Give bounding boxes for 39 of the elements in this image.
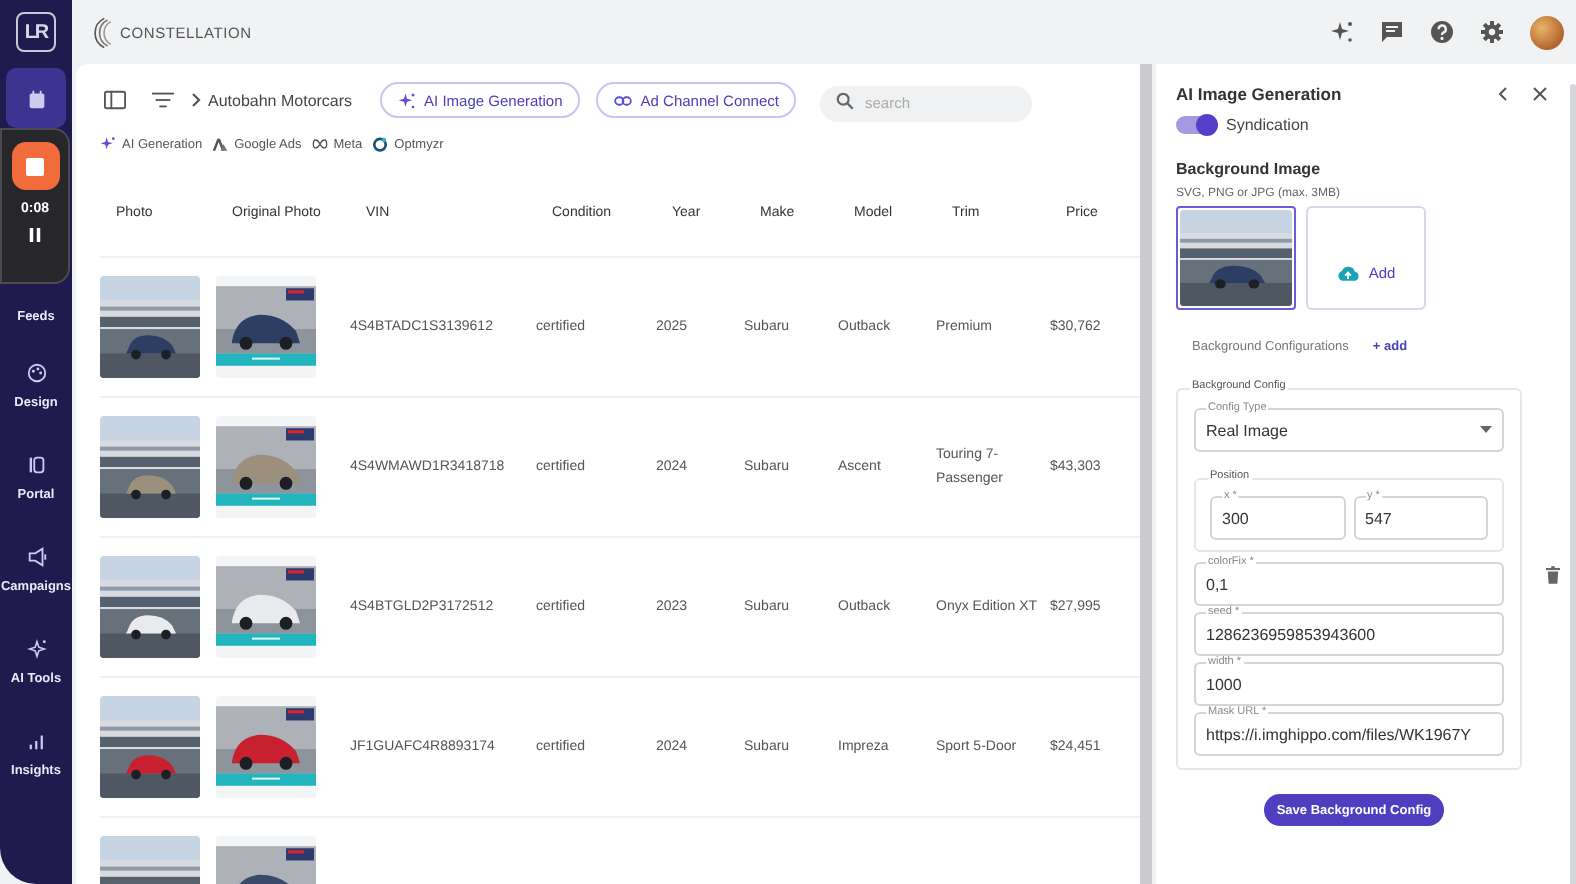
portal-icon xyxy=(25,454,47,476)
sparkle-icon xyxy=(398,91,417,109)
scrollbar[interactable] xyxy=(1140,64,1152,884)
breadcrumb[interactable]: Autobahn Motorcars xyxy=(208,91,353,109)
sparkle-icon xyxy=(100,136,116,152)
toggle-label: Syndication xyxy=(1226,115,1309,133)
ring-icon xyxy=(372,136,389,152)
brand-logo-icon xyxy=(88,15,114,49)
help-icon[interactable] xyxy=(1430,20,1454,44)
cloud-upload-icon xyxy=(1336,264,1361,282)
sparkle-icon[interactable] xyxy=(1330,20,1354,44)
image-thumbnail[interactable] xyxy=(1176,206,1296,310)
panel-title: AI Image Generation xyxy=(1176,83,1344,103)
toggle-switch[interactable] xyxy=(1176,115,1216,133)
section-title: Background Image xyxy=(1176,160,1323,178)
filter-icon[interactable] xyxy=(152,90,174,110)
infinity-icon xyxy=(311,136,328,152)
chat-icon[interactable] xyxy=(1380,20,1404,44)
pause-icon[interactable] xyxy=(28,228,42,242)
sparkle-icon xyxy=(25,638,47,660)
chevron-right-icon xyxy=(190,92,202,108)
settings-icon[interactable] xyxy=(1480,20,1504,44)
nav-button[interactable] xyxy=(6,68,66,128)
trash-icon[interactable] xyxy=(1546,566,1560,584)
palette-icon xyxy=(25,362,47,384)
link-icon xyxy=(614,91,633,109)
close-icon[interactable] xyxy=(1532,85,1548,101)
calendar-icon xyxy=(25,87,47,109)
logo: LR xyxy=(16,12,56,52)
avatar[interactable] xyxy=(1530,15,1564,49)
megaphone-icon xyxy=(25,546,47,568)
back-icon[interactable] xyxy=(1496,85,1512,101)
bar-chart-icon xyxy=(25,730,47,752)
sidebar-toggle-icon[interactable] xyxy=(104,90,126,110)
stop-button[interactable] xyxy=(11,142,59,190)
mountain-icon xyxy=(212,136,229,152)
caret-icon xyxy=(1480,426,1492,434)
search-icon xyxy=(836,91,855,109)
scrollbar[interactable] xyxy=(1570,84,1576,884)
